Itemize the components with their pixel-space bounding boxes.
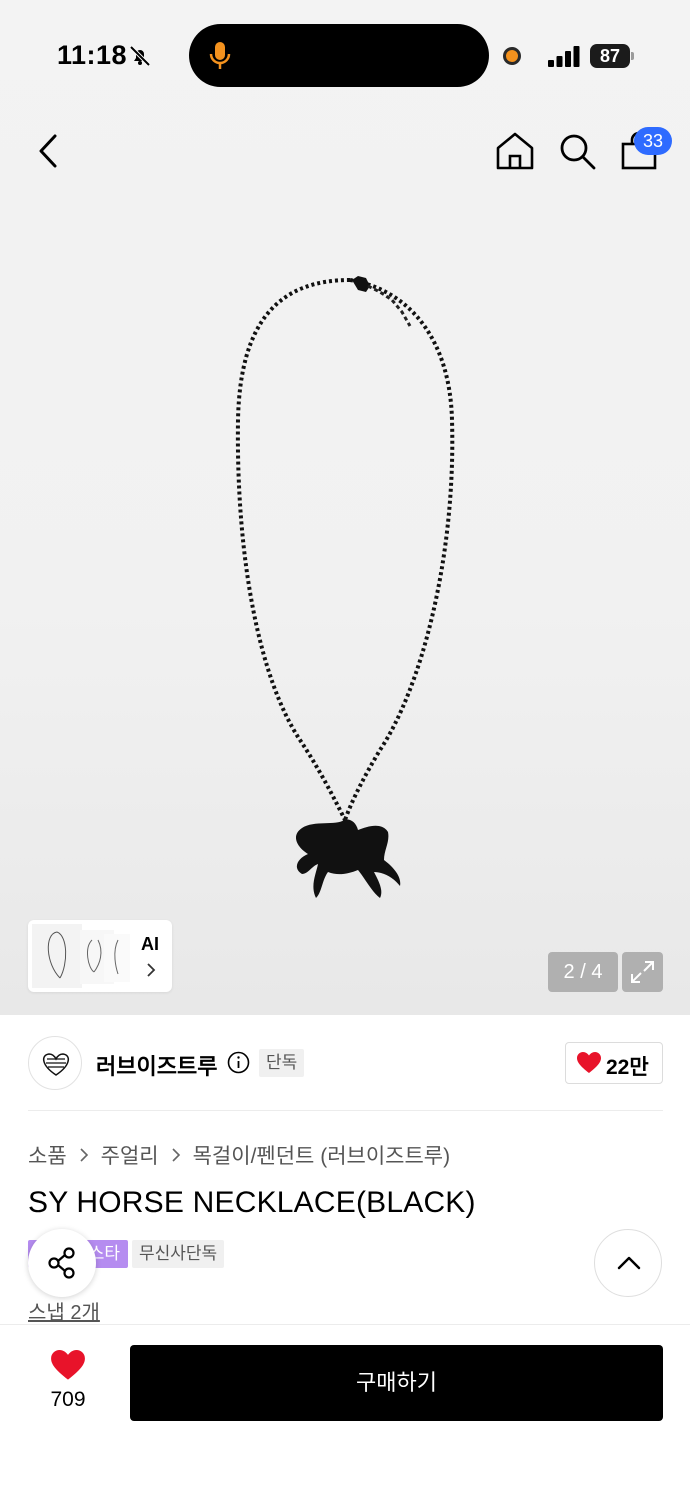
cart-count-badge: 33 xyxy=(634,127,672,155)
battery-icon: 87 xyxy=(590,44,634,68)
scroll-to-top-button[interactable] xyxy=(594,1229,662,1297)
brand-name[interactable]: 러브이즈트루 xyxy=(96,1049,217,1081)
recording-indicator-icon xyxy=(503,47,521,65)
product-title: SY HORSE NECKLACE(BLACK) xyxy=(28,1186,476,1219)
chevron-up-icon xyxy=(617,1256,641,1270)
brand-like-count: 22만 xyxy=(606,1056,649,1079)
ai-similar-items-button[interactable]: AI xyxy=(28,920,172,992)
brand-logo[interactable] xyxy=(28,1036,82,1090)
battery-level: 87 xyxy=(590,44,630,68)
share-icon xyxy=(48,1247,75,1279)
expand-icon xyxy=(631,961,654,983)
breadcrumb-item[interactable]: 목걸이/펜던트 (러브이즈트루) xyxy=(193,1140,451,1170)
brand-like-button[interactable]: 22만 xyxy=(565,1042,663,1084)
dynamic-island xyxy=(189,24,489,87)
microphone-icon xyxy=(209,42,231,69)
signal-icon xyxy=(548,46,580,67)
heart-logo-icon xyxy=(42,1053,70,1076)
image-page-counter: 2 / 4 xyxy=(548,952,618,992)
fullscreen-button[interactable] xyxy=(622,952,663,992)
status-bar: 11:18 87 xyxy=(0,0,690,110)
bell-muted-icon xyxy=(129,45,151,67)
heart-icon xyxy=(577,1052,601,1073)
info-icon[interactable] xyxy=(227,1051,250,1074)
chevron-right-icon xyxy=(147,963,156,977)
buy-button[interactable]: 구매하기 xyxy=(130,1345,663,1421)
home-icon[interactable] xyxy=(494,130,536,172)
musinsa-exclusive-badge: 무신사단독 xyxy=(132,1240,225,1268)
status-time: 11:18 xyxy=(57,40,128,70)
ai-thumbnails-image xyxy=(32,924,130,988)
battery-tip xyxy=(631,52,634,60)
back-arrow-icon[interactable] xyxy=(30,128,70,174)
share-button[interactable] xyxy=(28,1229,96,1297)
exclusive-tag: 단독 xyxy=(259,1049,305,1077)
necklace-product-image xyxy=(235,276,455,898)
breadcrumb-item[interactable]: 주얼리 xyxy=(101,1140,159,1170)
chevron-right-icon xyxy=(80,1148,88,1162)
breadcrumb: 소품 주얼리 목걸이/펜던트 (러브이즈트루) xyxy=(28,1140,450,1170)
search-icon[interactable] xyxy=(556,130,598,172)
snap-link[interactable]: 스냅 2개 xyxy=(28,1296,100,1325)
breadcrumb-item[interactable]: 소품 xyxy=(28,1140,67,1170)
chevron-right-icon xyxy=(172,1148,180,1162)
product-like-count: 709 xyxy=(50,1388,86,1411)
heart-icon[interactable] xyxy=(51,1350,85,1381)
divider xyxy=(28,1110,663,1111)
ai-label: AI xyxy=(141,934,159,954)
